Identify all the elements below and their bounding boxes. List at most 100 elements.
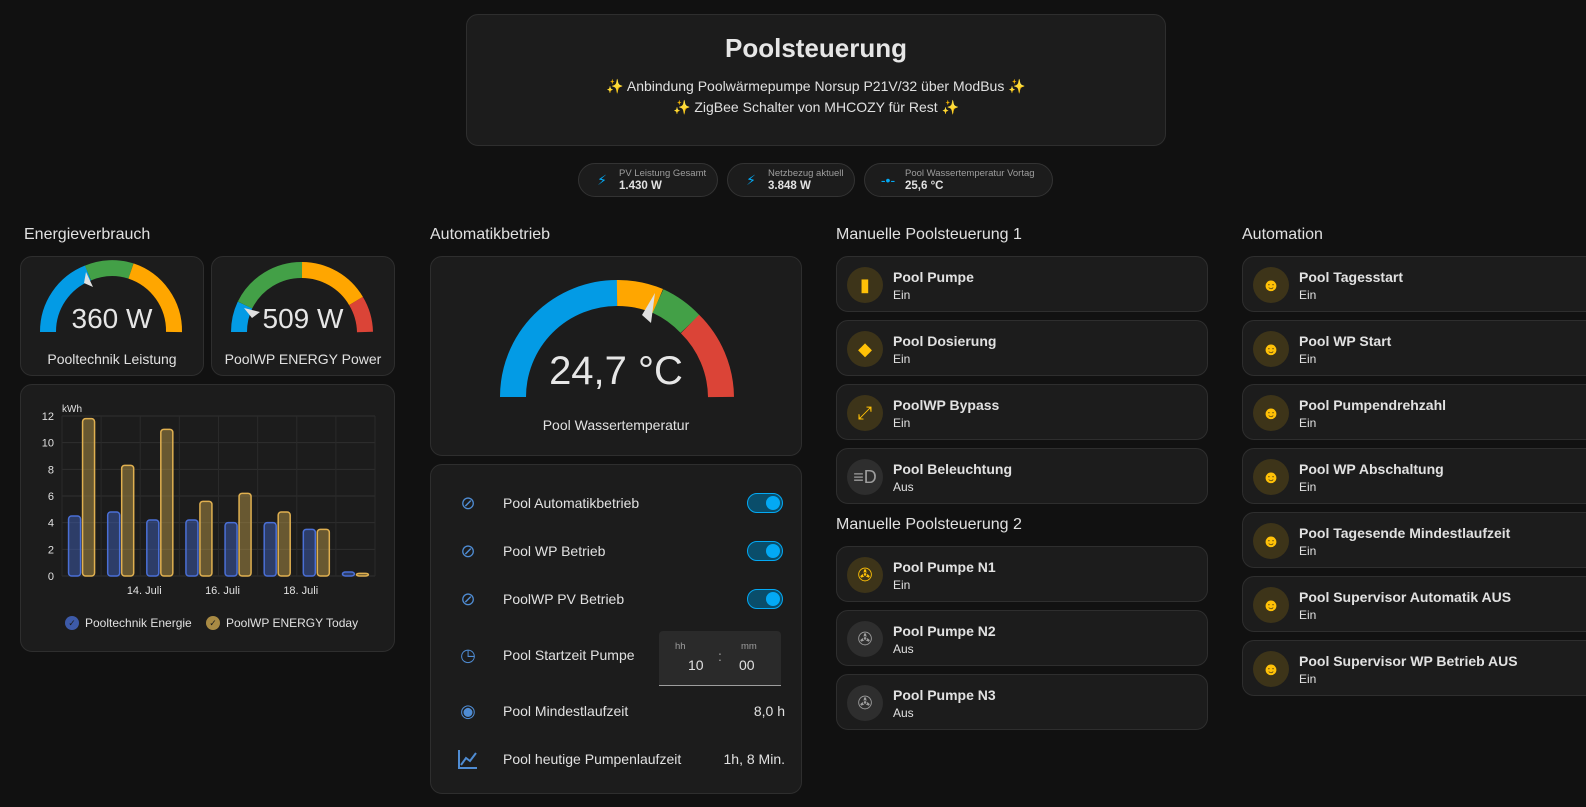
fan-icon: ✇ bbox=[847, 557, 883, 593]
lightning-bolt-icon: ⚡ bbox=[597, 171, 607, 188]
tile-state: Ein bbox=[1299, 288, 1317, 302]
toggle-knob bbox=[766, 544, 780, 558]
bar-poolwp bbox=[316, 528, 331, 577]
tile-poolwp-bypass[interactable]: ⤢ PoolWP Bypass Ein bbox=[836, 384, 1208, 440]
tile-name: Pool Dosierung bbox=[893, 333, 997, 349]
toggle-pool-wp-betrieb[interactable] bbox=[747, 541, 783, 561]
tile-pool-wp-start[interactable]: ☻ Pool WP Start Ein bbox=[1242, 320, 1586, 376]
tile-pool-pumpe-n2[interactable]: ✇ Pool Pumpe N2 Aus bbox=[836, 610, 1208, 666]
section-title-auto: Automatikbetrieb bbox=[430, 226, 551, 243]
tile-pool-pumpe-n3[interactable]: ✇ Pool Pumpe N3 Aus bbox=[836, 674, 1208, 730]
bar-poolwp bbox=[81, 417, 96, 577]
section-title-manual2: Manuelle Poolsteuerung 2 bbox=[836, 516, 1022, 533]
robot-icon: ☻ bbox=[1253, 267, 1289, 303]
badge-value: 25,6 °C bbox=[905, 179, 944, 192]
robot-icon: ☻ bbox=[1253, 523, 1289, 559]
badge-wassertemperatur-vortag[interactable]: -•- Pool Wassertemperatur Vortag 25,6 °C bbox=[864, 163, 1053, 197]
toggle-poolwp-pv-betrieb[interactable] bbox=[747, 589, 783, 609]
toggle-knob bbox=[766, 496, 780, 510]
row-pool-heutige-pumpenlaufzeit[interactable]: Pool heutige Pumpenlaufzeit 1h, 8 Min. bbox=[431, 748, 801, 772]
check-circle-icon: ⊘ bbox=[460, 493, 476, 513]
tile-state: Ein bbox=[893, 416, 911, 430]
header-subtitle-1: ✨ Anbindung Poolwärmepumpe Norsup P21V/3… bbox=[606, 78, 1026, 94]
tile-state: Ein bbox=[893, 288, 911, 302]
page-title: Poolsteuerung bbox=[724, 33, 907, 63]
robot-icon: ☻ bbox=[1253, 459, 1289, 495]
bar-pooltechnik bbox=[106, 511, 121, 577]
badge-label: Netzbezug aktuell bbox=[768, 167, 844, 179]
tile-state: Ein bbox=[1299, 672, 1317, 686]
x-tick-label: 18. Juli bbox=[283, 585, 318, 597]
bar-pooltechnik bbox=[263, 521, 277, 577]
tile-pool-pumpe-n1[interactable]: ✇ Pool Pumpe N1 Ein bbox=[836, 546, 1208, 602]
minute-label: mm bbox=[741, 641, 757, 652]
gauge-card-poolwp[interactable]: 509 W PoolWP ENERGY Power bbox=[211, 256, 395, 376]
gauge-card-pooltechnik[interactable]: 360 W Pooltechnik Leistung bbox=[20, 256, 204, 376]
row-pool-mindestlaufzeit[interactable]: ◉ Pool Mindestlaufzeit 8,0 h bbox=[431, 700, 801, 724]
row-name: Pool Mindestlaufzeit bbox=[503, 703, 629, 719]
clock-icon: ◷ bbox=[460, 645, 476, 665]
tile-pool-beleuchtung[interactable]: ≡D Pool Beleuchtung Aus bbox=[836, 448, 1208, 504]
tile-pool-pumpendrehzahl[interactable]: ☻ Pool Pumpendrehzahl Ein bbox=[1242, 384, 1586, 440]
x-tick-label: 14. Juli bbox=[127, 585, 162, 597]
badge-netzbezug[interactable]: ⚡ Netzbezug aktuell 3.848 W bbox=[727, 163, 855, 197]
tile-name: Pool WP Start bbox=[1299, 333, 1392, 349]
badge-value: 3.848 W bbox=[768, 179, 811, 192]
tile-pool-tagesende-mindestlaufzeit[interactable]: ☻ Pool Tagesende Mindestlaufzeit Ein bbox=[1242, 512, 1586, 568]
bar-pooltechnik bbox=[341, 571, 356, 577]
bar-poolwp bbox=[199, 500, 213, 577]
y-tick-label: 2 bbox=[48, 544, 54, 556]
y-tick-label: 4 bbox=[48, 518, 54, 530]
legend-label: PoolWP ENERGY Today bbox=[226, 616, 359, 630]
toggle-pool-automatikbetrieb[interactable] bbox=[747, 493, 783, 513]
tile-state: Ein bbox=[1299, 544, 1317, 558]
bar-poolwp bbox=[238, 492, 252, 577]
gauge-value: 509 W bbox=[262, 303, 344, 334]
row-pool-automatikbetrieb: ⊘ Pool Automatikbetrieb bbox=[431, 492, 801, 516]
tile-pool-supervisor-wp-betrieb-aus[interactable]: ☻ Pool Supervisor WP Betrieb AUS Ein bbox=[1242, 640, 1586, 696]
tile-pool-wp-abschaltung[interactable]: ☻ Pool WP Abschaltung Ein bbox=[1242, 448, 1586, 504]
tile-pool-dosierung[interactable]: ◆ Pool Dosierung Ein bbox=[836, 320, 1208, 376]
gauge-card-wassertemperatur[interactable]: 24,7 °C Pool Wassertemperatur bbox=[430, 256, 802, 456]
bar-poolwp bbox=[355, 572, 370, 577]
tile-state: Ein bbox=[893, 352, 911, 366]
gauge-label: PoolWP ENERGY Power bbox=[224, 351, 382, 367]
lightning-bolt-icon: ⚡ bbox=[746, 171, 756, 188]
tile-state: Ein bbox=[1299, 352, 1317, 366]
header-card: Poolsteuerung ✨ Anbindung Poolwärmepumpe… bbox=[466, 14, 1166, 146]
bar-poolwp bbox=[120, 464, 135, 577]
badge-pv-leistung[interactable]: ⚡ PV Leistung Gesamt 1.430 W bbox=[578, 163, 718, 197]
robot-icon: ☻ bbox=[1253, 651, 1289, 687]
tile-pool-pumpe[interactable]: ▮ Pool Pumpe Ein bbox=[836, 256, 1208, 312]
pump-icon: ▮ bbox=[847, 267, 883, 303]
bar-pooltechnik bbox=[67, 515, 82, 577]
time-input-startzeit[interactable]: hh mm 10 : 00 bbox=[659, 631, 781, 686]
check-icon: ✓ bbox=[65, 616, 79, 630]
tile-pool-tagesstart[interactable]: ☻ Pool Tagesstart Ein bbox=[1242, 256, 1586, 312]
legend-item-poolwp[interactable]: ✓ PoolWP ENERGY Today bbox=[206, 616, 358, 630]
light-icon: ≡D bbox=[847, 459, 883, 495]
badge-label: PV Leistung Gesamt bbox=[619, 167, 707, 179]
tile-name: Pool Tagesstart bbox=[1299, 269, 1403, 285]
check-circle-icon: ⊘ bbox=[460, 589, 476, 609]
tile-name: PoolWP Bypass bbox=[893, 397, 1000, 413]
x-tick-label: 16. Juli bbox=[205, 585, 240, 597]
sensor-line-icon: -•- bbox=[880, 172, 896, 188]
row-name: PoolWP PV Betrieb bbox=[503, 591, 625, 607]
fan-icon: ✇ bbox=[847, 685, 883, 721]
tile-name: Pool Supervisor Automatik AUS bbox=[1299, 589, 1512, 605]
fan-icon: ✇ bbox=[847, 621, 883, 657]
y-unit-label: kWh bbox=[62, 404, 82, 415]
hour-value[interactable]: 10 bbox=[688, 657, 704, 673]
y-tick-label: 0 bbox=[48, 571, 54, 583]
toggle-knob bbox=[766, 592, 780, 606]
row-name: Pool heutige Pumpenlaufzeit bbox=[503, 751, 682, 767]
row-pool-startzeit-pumpe: ◷ Pool Startzeit Pumpe hh mm 10 : 00 bbox=[431, 631, 801, 686]
section-title-manual1: Manuelle Poolsteuerung 1 bbox=[836, 226, 1022, 243]
tile-pool-supervisor-automatik-aus[interactable]: ☻ Pool Supervisor Automatik AUS Ein bbox=[1242, 576, 1586, 632]
tile-name: Pool Supervisor WP Betrieb AUS bbox=[1299, 653, 1518, 669]
settings-card: ⊘ Pool Automatikbetrieb ⊘ Pool WP Betrie… bbox=[430, 464, 802, 794]
minute-value[interactable]: 00 bbox=[739, 657, 755, 673]
gauge-label: Pooltechnik Leistung bbox=[47, 351, 177, 367]
legend-item-pooltechnik[interactable]: ✓ Pooltechnik Energie bbox=[65, 616, 192, 630]
